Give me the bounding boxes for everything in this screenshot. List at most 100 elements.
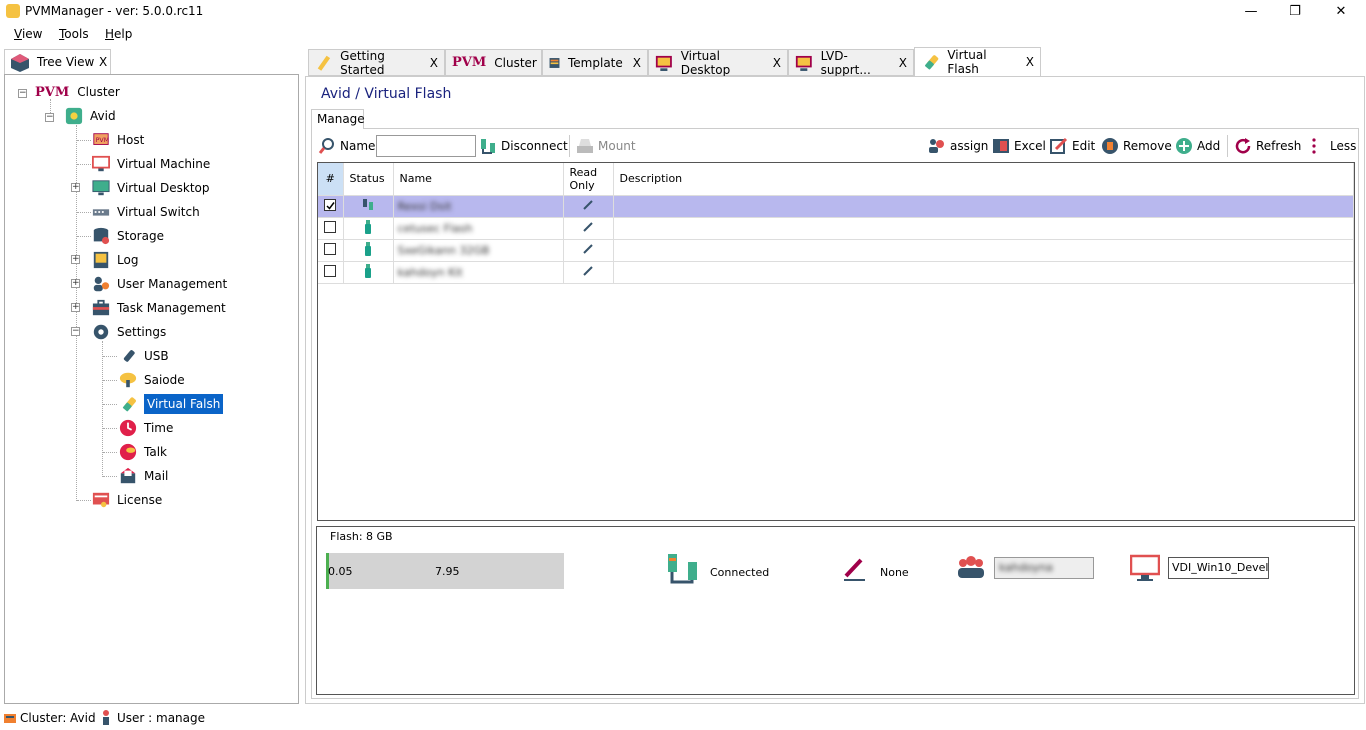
tree-node-label: Cluster — [77, 85, 120, 99]
tab-lvd-support[interactable]: LVD-supprt... X — [788, 49, 914, 77]
maximize-button[interactable]: ❐ — [1280, 2, 1310, 22]
tree-node-settings[interactable]: Settings — [91, 322, 166, 342]
menu-tools[interactable]: Tools — [59, 27, 89, 41]
app-icon — [6, 4, 20, 18]
expander-log[interactable]: + — [71, 255, 80, 264]
table-row[interactable]: Rexsi Dsit — [318, 195, 1354, 218]
row-checkbox[interactable] — [324, 264, 337, 277]
tree-node-virtual-falsh[interactable]: Virtual Falsh — [118, 394, 224, 414]
svg-text:PVM: PVM — [96, 137, 110, 144]
certificate-icon — [92, 492, 110, 508]
expander-settings[interactable]: − — [71, 327, 80, 336]
minimize-button[interactable]: — — [1236, 2, 1266, 22]
tree-node-host[interactable]: PVM Host — [91, 130, 144, 150]
tree-node-label: Virtual Desktop — [117, 181, 210, 195]
remove-button[interactable]: Remove — [1101, 136, 1172, 156]
refresh-button[interactable]: Refresh — [1234, 136, 1301, 156]
tree-node-label: User Management — [117, 277, 228, 291]
expander-user-management[interactable]: + — [71, 279, 80, 288]
row-name: cetusec Flash — [397, 221, 473, 235]
tree-node-time[interactable]: Time — [118, 418, 173, 438]
tree-node-label: Settings — [117, 325, 167, 339]
tree-node-label: Saiode — [144, 373, 185, 387]
desktop-icon — [655, 55, 672, 71]
tab-close[interactable]: X — [633, 56, 641, 70]
tab-template[interactable]: Template X — [542, 49, 648, 76]
tab-label: Virtual Desktop — [680, 48, 731, 77]
less-button[interactable]: Less — [1308, 136, 1356, 156]
menu-help[interactable]: Help — [105, 27, 132, 41]
tab-close[interactable]: X — [773, 56, 781, 70]
add-button[interactable]: Add — [1175, 136, 1220, 156]
tree-node-cluster[interactable]: PVM Cluster — [35, 82, 120, 102]
tree-node-avid[interactable]: Avid — [64, 106, 116, 126]
header-status[interactable]: Status — [343, 163, 394, 196]
row-checkbox[interactable] — [324, 198, 337, 211]
assigned-vm-field[interactable]: VDI_Win10_Devel_ — [1168, 557, 1269, 579]
assigned-user-field[interactable]: kahdoyna — [994, 557, 1094, 579]
tab-getting-started[interactable]: Getting Started X — [308, 49, 445, 77]
expander-cluster[interactable]: − — [18, 89, 27, 98]
pvm-logo: PVM — [452, 55, 487, 70]
cluster-icon — [4, 714, 16, 723]
tab-virtual-flash[interactable]: Virtual Flash X — [914, 47, 1041, 77]
tree-panel: − PVM Cluster − Avid PVM Host Virtual Ma… — [4, 74, 299, 704]
tree-node-saiode[interactable]: Saiode — [118, 370, 185, 390]
tree-node-virtual-switch[interactable]: Virtual Switch — [91, 202, 200, 222]
row-checkbox[interactable] — [324, 242, 337, 255]
tree-node-mail[interactable]: Mail — [118, 466, 168, 486]
tree-node-talk[interactable]: Talk — [118, 442, 167, 462]
close-window-button[interactable]: ✕ — [1326, 2, 1356, 22]
header-description[interactable]: Description — [613, 163, 1354, 196]
name-filter-label: Name — [318, 136, 375, 156]
usb-icon — [123, 350, 135, 362]
disconnect-button[interactable]: Disconnect — [479, 136, 568, 156]
disconnect-icon — [481, 139, 495, 154]
tree-node-label: Log — [117, 253, 139, 267]
edit-icon — [1050, 137, 1068, 154]
tree-node-storage[interactable]: Storage — [91, 226, 164, 246]
tree-node-label: Host — [117, 133, 145, 147]
tab-manage[interactable]: Manage — [311, 109, 365, 129]
mount-button[interactable]: Mount — [576, 136, 636, 156]
tree-node-user-management[interactable]: User Management — [91, 274, 227, 294]
used-value: 0.05 — [328, 565, 353, 578]
tab-cluster[interactable]: PVM Cluster X — [445, 49, 555, 76]
status-cluster-value: Avid — [70, 711, 96, 725]
tree-node-log[interactable]: Log — [91, 250, 138, 270]
tree-node-usb[interactable]: USB — [118, 346, 169, 366]
tree-node-virtual-machine[interactable]: Virtual Machine — [91, 154, 210, 174]
menu-view[interactable]: View — [14, 27, 42, 41]
expander-virtual-desktop[interactable]: + — [71, 183, 80, 192]
table-row[interactable]: SxeGikann 32GB — [318, 239, 1354, 262]
row-checkbox[interactable] — [324, 220, 337, 233]
flash-size-label: Flash: 8 GB — [330, 530, 393, 543]
header-num[interactable]: # — [318, 163, 344, 196]
excel-button[interactable]: Excel — [992, 136, 1046, 156]
header-read-only[interactable]: Read Only — [563, 163, 614, 196]
tab-close[interactable]: X — [1026, 55, 1034, 69]
expander-avid[interactable]: − — [45, 113, 54, 122]
tree-view-close[interactable]: X — [99, 55, 107, 69]
tree-node-virtual-desktop[interactable]: Virtual Desktop — [91, 178, 210, 198]
header-name[interactable]: Name — [393, 163, 564, 196]
table-row[interactable]: kahdoyn Kit — [318, 261, 1354, 284]
tree-node-task-management[interactable]: Task Management — [91, 298, 226, 318]
row-description — [613, 239, 1354, 262]
trash-icon — [1102, 138, 1118, 154]
tree-node-license[interactable]: License — [91, 490, 162, 510]
tree-view-tab[interactable]: Tree View X — [4, 49, 111, 74]
assign-users-icon — [929, 139, 944, 153]
edit-button[interactable]: Edit — [1050, 136, 1095, 156]
name-filter-input[interactable] — [376, 135, 476, 157]
monitor-icon — [92, 155, 110, 172]
tab-close[interactable]: X — [430, 56, 438, 70]
tab-virtual-desktop[interactable]: Virtual Desktop X — [648, 48, 788, 77]
tab-close[interactable]: X — [899, 56, 907, 70]
table-row[interactable]: cetusec Flash — [318, 217, 1354, 240]
assign-button[interactable]: assign — [928, 136, 988, 156]
row-name: SxeGikann 32GB — [397, 243, 490, 257]
cloud-icon — [119, 372, 137, 388]
expander-task-management[interactable]: + — [71, 303, 80, 312]
connected-icon — [668, 554, 697, 584]
